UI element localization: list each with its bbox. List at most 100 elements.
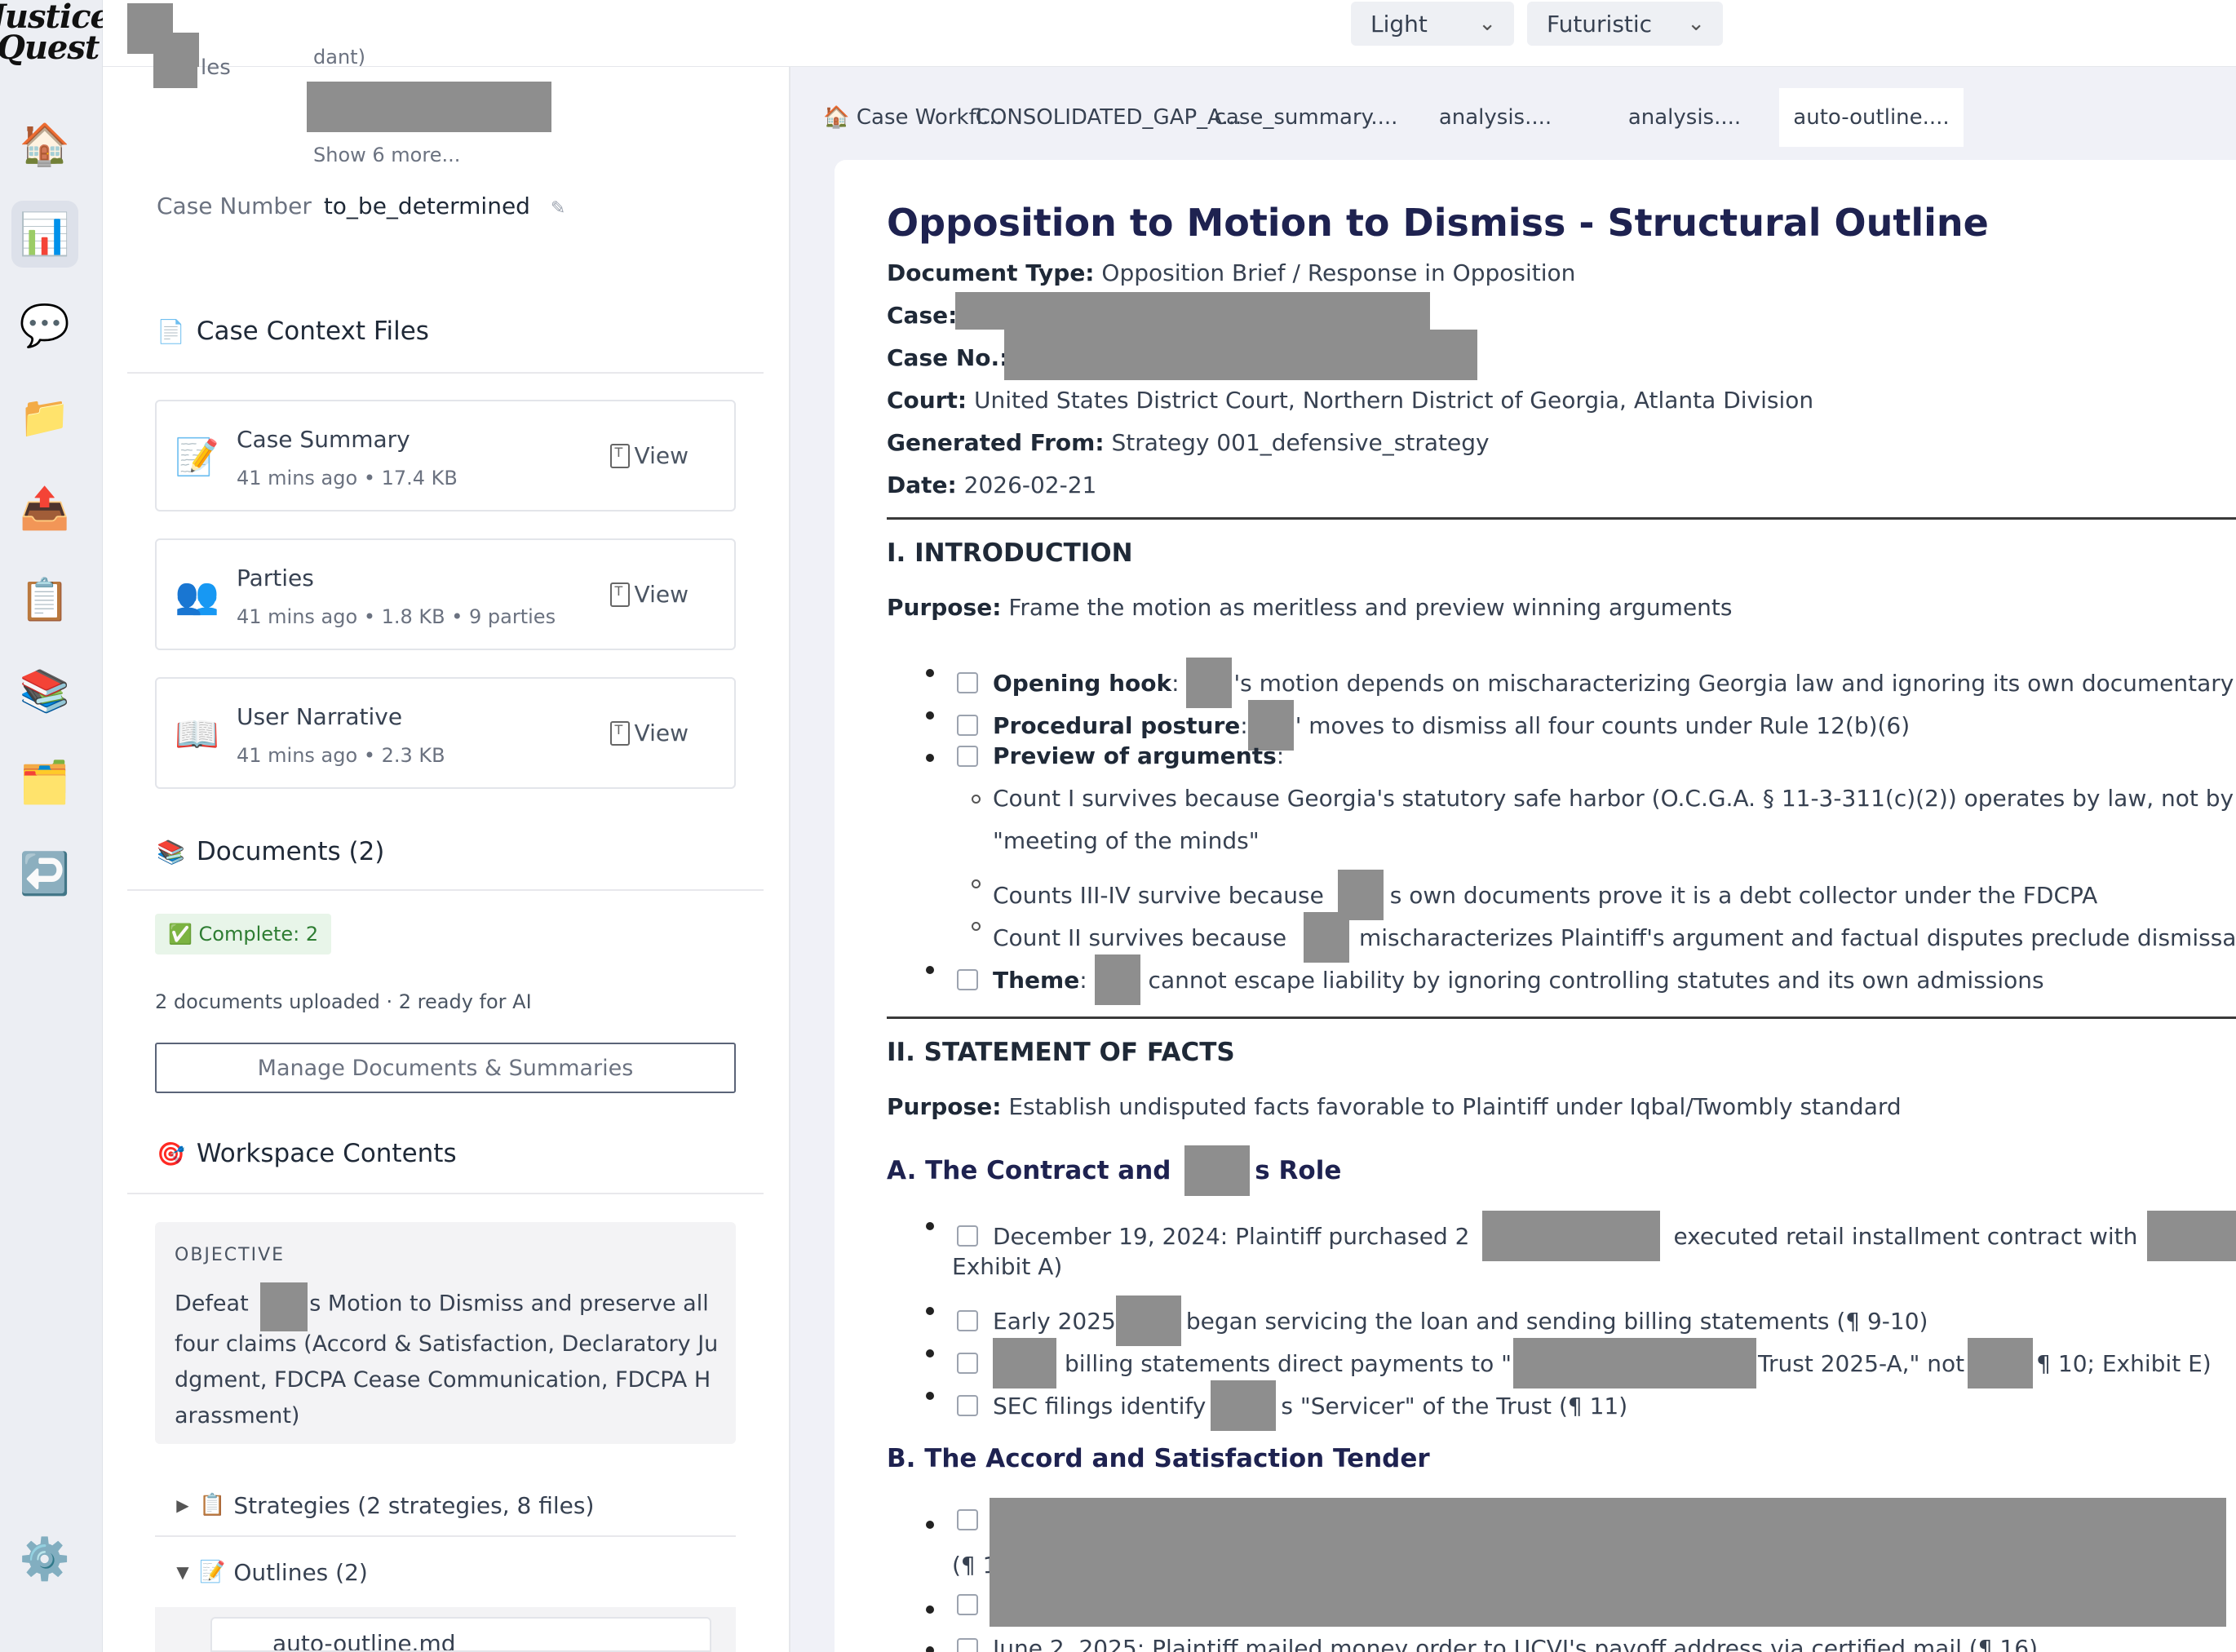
objective-box: OBJECTIVE Defeat s Motion to Dismiss and… (155, 1222, 736, 1444)
books-icon: 📚 (157, 838, 185, 866)
edit-icon[interactable]: ✎ (551, 198, 565, 219)
chat-icon[interactable]: 💬 (11, 292, 78, 359)
main-area: 🏠 Case Workfl... CONSOLIDATED_GAP_A... c… (790, 67, 2236, 1652)
tab-auto-outline[interactable]: auto-outline.... (1779, 88, 1964, 147)
task-checkbox[interactable] (957, 672, 978, 693)
chevron-down-icon: ▼ (176, 1562, 189, 1582)
icon-rail: Justice Quest 🏠 📊 💬 📁 📤 📋 📚 🗂️ ↩️ ⚙️ (0, 0, 111, 1652)
heading-accord-satisfaction: B. The Accord and Satisfaction Tender (887, 1444, 1430, 1473)
memo-icon: 📝 (175, 436, 219, 478)
sub-list-item-cont: "meeting of the minds" (993, 827, 1260, 854)
redacted-name (1184, 1145, 1251, 1196)
clipboard-icon: 📋 (199, 1493, 226, 1517)
redacted-name (1094, 954, 1140, 1005)
section-divider (887, 1016, 2236, 1019)
task-checkbox[interactable] (957, 969, 978, 990)
complete-badge: ✅ Complete: 2 (155, 914, 332, 954)
folder-icon[interactable]: 📁 (11, 383, 78, 450)
analytics-icon[interactable]: 📊 (11, 201, 78, 268)
list-item: June 2, 2025: Plaintiff mailed money ord… (926, 1635, 2038, 1652)
heading-statement-of-facts: II. STATEMENT OF FACTS (887, 1038, 1235, 1067)
meta-generated-from: Generated From: Strategy 001_defensive_s… (887, 429, 1490, 456)
task-checkbox[interactable] (957, 1594, 978, 1615)
tab-case-summary[interactable]: case_summary.... (1211, 88, 1401, 147)
outline-file-item[interactable]: auto-outline.md (210, 1617, 711, 1652)
tab-bar: 🏠 Case Workfl... CONSOLIDATED_GAP_A... c… (820, 88, 2236, 147)
tree-strategies[interactable]: ▶ 📋 Strategies (2 strategies, 8 files) (155, 1477, 736, 1534)
meta-case: Case: (887, 302, 958, 329)
heading-introduction: I. INTRODUCTION (887, 538, 1133, 568)
workspace-heading: 🎯 Workspace Contents (157, 1139, 457, 1168)
file-card-parties[interactable]: 👥 Parties 41 mins ago • 1.8 KB • 9 parti… (155, 538, 736, 650)
settings-icon[interactable]: ⚙️ (11, 1526, 78, 1592)
list-item (926, 1509, 993, 1530)
text-file-icon (609, 582, 630, 607)
tree-outlines[interactable]: ▼ 📝 Outlines (2) (155, 1543, 736, 1601)
list-item-cont: Exhibit A) (952, 1253, 1063, 1280)
list-item: SEC filings identify s "Servicer" of the… (926, 1380, 1627, 1431)
file-card-case-summary[interactable]: 📝 Case Summary 41 mins ago • 17.4 KB Vie… (155, 400, 736, 512)
meta-court: Court: United States District Court, Nor… (887, 387, 1814, 414)
redacted-name (260, 1282, 308, 1331)
redacted-block (153, 42, 197, 88)
task-checkbox[interactable] (957, 1225, 978, 1247)
case-number-row: Case Number to_be_determined ✎ (157, 193, 566, 219)
divider (127, 372, 764, 374)
manage-documents-button[interactable]: Manage Documents & Summaries (155, 1043, 736, 1093)
text-file-icon (609, 720, 630, 746)
list-item: Preview of arguments: (926, 742, 1284, 769)
meta-case-no: Case No.: (887, 344, 1009, 371)
document-viewer: Opposition to Motion to Dismiss - Struct… (835, 160, 2236, 1652)
chevron-right-icon: ▶ (176, 1495, 189, 1515)
redacted-case-number (1004, 330, 1477, 380)
file-card-user-narrative[interactable]: 📖 User Narrative 41 mins ago • 2.3 KB Vi… (155, 677, 736, 789)
view-button[interactable]: View (609, 720, 689, 746)
task-checkbox[interactable] (957, 1310, 978, 1331)
memo-icon: 📝 (199, 1560, 226, 1584)
divider (155, 1535, 736, 1537)
section-divider (887, 517, 2236, 520)
books-icon[interactable]: 📚 (11, 658, 78, 724)
top-bar: Light ⌄ Futuristic ⌄ (103, 0, 2236, 86)
people-icon: 👥 (175, 575, 219, 617)
target-icon: 🎯 (157, 1140, 185, 1167)
files-icon[interactable]: 🗂️ (11, 749, 78, 816)
view-button[interactable]: View (609, 581, 689, 608)
document-icon: 📄 (157, 317, 185, 345)
home-icon[interactable]: 🏠 (11, 111, 78, 178)
tab-analysis-2[interactable]: analysis.... (1590, 88, 1779, 147)
return-icon[interactable]: ↩️ (11, 840, 78, 907)
chevron-down-icon: ⌄ (1478, 11, 1496, 36)
task-checkbox[interactable] (957, 1395, 978, 1416)
upload-icon[interactable]: 📤 (11, 475, 78, 542)
heading-contract-role: A. The Contract and s Role (887, 1145, 1341, 1196)
divider (127, 1193, 764, 1194)
redacted-case-name (955, 292, 1430, 330)
partial-label-dant: dant) (313, 46, 365, 69)
theme-select[interactable]: Light ⌄ (1351, 2, 1514, 46)
redacted-name (1968, 1338, 2034, 1388)
meta-date: Date: 2026-02-21 (887, 472, 1097, 498)
task-checkbox[interactable] (957, 1509, 978, 1530)
justice-quest-logo[interactable]: Justice Quest (0, 1, 111, 73)
list-item: December 19, 2024: Plaintiff purchased 2… (926, 1211, 2236, 1261)
tab-analysis-1[interactable]: analysis.... (1401, 88, 1590, 147)
list-item: Theme: cannot escape liability by ignori… (926, 954, 2044, 1005)
open-book-icon: 📖 (175, 714, 219, 755)
case-sidebar-panel: les dant) Show 6 more... Case Number to_… (103, 42, 790, 1652)
task-checkbox[interactable] (957, 745, 978, 767)
clipboard-icon[interactable]: 📋 (11, 566, 78, 633)
task-checkbox[interactable] (957, 1637, 978, 1652)
list-item (926, 1594, 993, 1615)
view-button[interactable]: View (609, 442, 689, 469)
task-checkbox[interactable] (957, 1353, 978, 1374)
facts-purpose: Purpose: Establish undisputed facts favo… (887, 1093, 1902, 1120)
task-checkbox[interactable] (957, 715, 978, 736)
documents-status: 2 documents uploaded · 2 ready for AI (155, 990, 532, 1013)
style-select[interactable]: Futuristic ⌄ (1527, 2, 1723, 46)
tab-consolidated-gap[interactable]: CONSOLIDATED_GAP_A... (976, 88, 1242, 147)
show-more-link[interactable]: Show 6 more... (313, 144, 460, 166)
chevron-down-icon: ⌄ (1687, 11, 1705, 36)
intro-purpose: Purpose: Frame the motion as meritless a… (887, 594, 1733, 621)
redacted-name (1211, 1380, 1277, 1431)
